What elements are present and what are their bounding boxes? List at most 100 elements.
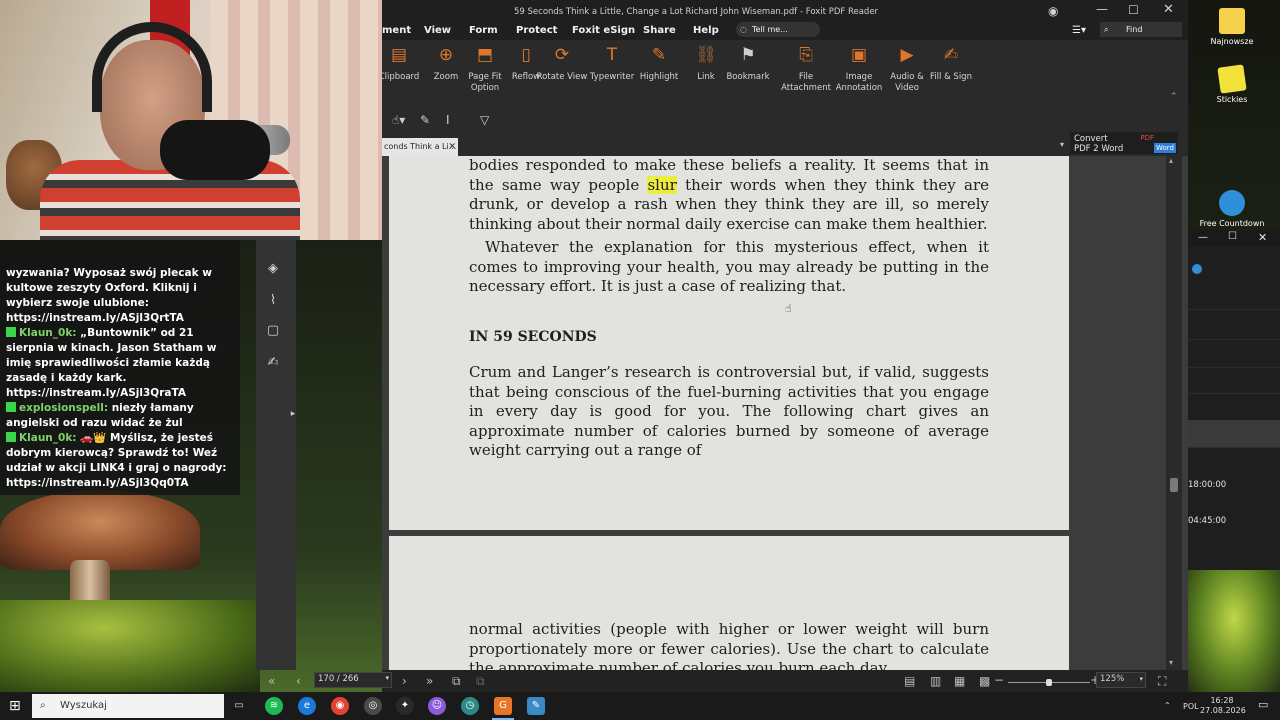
expand-panel-icon[interactable]: ▸ <box>284 405 302 423</box>
annotate-tool-icon[interactable]: ✎ <box>420 113 430 127</box>
tray-expand-icon[interactable]: ⌃ <box>1164 701 1171 711</box>
hand-tool-icon[interactable]: ☝▾ <box>392 113 405 127</box>
menu-form[interactable]: Form <box>469 25 498 36</box>
taskbar-search[interactable]: ⌕ Wyszukaj <box>32 694 224 718</box>
text-tool-icon[interactable]: Ⅰ <box>446 113 450 127</box>
title-bar: 59 Seconds Think a Little, Change a Lot … <box>382 0 1188 24</box>
security-icon[interactable]: ▢ <box>264 322 282 340</box>
first-page-icon[interactable]: « <box>268 674 275 688</box>
maximize-icon[interactable]: ☐ <box>1228 231 1237 242</box>
discord-icon[interactable]: ☺ <box>428 697 446 715</box>
page-number-input[interactable]: 170 / 266 ▾ <box>314 672 392 688</box>
vertical-scrollbar[interactable]: ▴ ▾ <box>1166 156 1182 670</box>
rotate-view-button[interactable]: ⟳ Rotate View <box>536 44 588 83</box>
account-icon[interactable]: ◉ <box>1048 4 1058 18</box>
highlight-button[interactable]: ✎ Highlight <box>633 44 685 83</box>
menu-share[interactable]: Share <box>643 25 676 36</box>
fill-sign-button[interactable]: ✍ Fill & Sign <box>925 44 977 83</box>
fill-sign-icon: ✍ <box>943 45 959 65</box>
next-view-icon[interactable]: ⧉ <box>476 674 485 688</box>
desktop-icon-free-countdown[interactable]: Free Countdown <box>1196 190 1268 229</box>
close-icon[interactable]: ✕ <box>1258 231 1267 244</box>
menu-help[interactable]: Help <box>693 25 719 36</box>
customize-chevron-icon[interactable]: ▽ <box>480 113 489 127</box>
clock-app-icon[interactable]: ◷ <box>461 697 479 715</box>
list-item-selected[interactable] <box>1188 420 1280 448</box>
scroll-thumb[interactable] <box>1170 478 1178 492</box>
close-icon[interactable]: ✕ <box>1163 2 1174 17</box>
attachment-icon[interactable]: ⌇ <box>264 292 282 310</box>
continuous-facing-icon[interactable]: ▩ <box>979 674 990 688</box>
layers-icon[interactable]: ◈ <box>264 260 282 278</box>
previous-view-icon[interactable]: ⧉ <box>452 674 461 688</box>
menu-foxit-esign[interactable]: Foxit eSign <box>572 25 635 36</box>
countdown-window[interactable]: — ☐ ✕ 18:00:00 04:45:00 <box>1188 230 1280 570</box>
menu-comment[interactable]: ment <box>382 25 411 36</box>
typewriter-button[interactable]: T Typewriter <box>585 44 639 83</box>
menu-protect[interactable]: Protect <box>516 25 557 36</box>
window-title: 59 Seconds Think a Little, Change a Lot … <box>514 7 879 17</box>
facing-page-icon[interactable]: ▦ <box>954 674 965 688</box>
minimize-icon[interactable]: — <box>1096 2 1108 16</box>
notes-icon[interactable]: ✎ <box>527 697 545 715</box>
list-item[interactable] <box>1188 282 1280 310</box>
clock-icon <box>1219 190 1245 216</box>
file-attachment-icon: ⎘ <box>799 45 813 65</box>
hand-cursor-icon: ☝ <box>785 302 792 315</box>
convert-pdf-to-word-button[interactable]: Convert PDF 2 Word PDF Word <box>1070 132 1178 154</box>
document-viewer[interactable]: bodies responded to make these beliefs a… <box>382 156 1188 670</box>
status-dot-icon <box>1192 264 1202 274</box>
previous-page-icon[interactable]: ‹ <box>296 674 301 688</box>
options-icon[interactable]: ☰▾ <box>1072 25 1086 36</box>
close-tab-icon[interactable]: ✕ <box>448 138 456 156</box>
webcam-overlay <box>0 0 382 240</box>
moss-decor <box>0 600 260 692</box>
obs-icon[interactable]: ◎ <box>364 697 382 715</box>
file-attachment-button[interactable]: ⎘ File Attachment <box>780 44 832 94</box>
scroll-down-icon[interactable]: ▾ <box>1169 658 1173 667</box>
zoom-level-select[interactable]: 125% ▾ <box>1096 672 1146 688</box>
find-box[interactable]: ⌕ Find <box>1100 22 1182 37</box>
foxit-icon[interactable]: G <box>494 697 512 715</box>
chrome-icon[interactable]: ◉ <box>331 697 349 715</box>
edge-icon[interactable]: e <box>298 697 316 715</box>
clock[interactable]: 16:28 27.08.2026 <box>1200 696 1246 716</box>
spotify-icon[interactable]: ≋ <box>265 697 283 715</box>
fullscreen-icon[interactable]: ⛶ <box>1158 674 1166 688</box>
tab-list-chevron-icon[interactable]: ▾ <box>1060 140 1064 149</box>
collapse-ribbon-icon[interactable]: ⌃ <box>1170 92 1178 102</box>
list-item[interactable] <box>1188 312 1280 340</box>
task-view-icon[interactable]: ▭ <box>230 697 248 715</box>
document-tab[interactable]: conds Think a Li... ✕ <box>382 138 458 156</box>
next-page-icon[interactable]: › <box>402 674 407 688</box>
desktop-icon-stickies[interactable]: Stickies <box>1196 64 1268 105</box>
notification-icon[interactable]: ▭ <box>1258 699 1268 710</box>
minimize-icon[interactable]: — <box>1198 232 1208 243</box>
zoom-slider-handle[interactable] <box>1046 679 1052 686</box>
scroll-up-icon[interactable]: ▴ <box>1169 156 1173 165</box>
zoom-out-icon[interactable]: − <box>994 673 1004 687</box>
last-page-icon[interactable]: » <box>426 674 433 688</box>
windows-start-icon[interactable]: ⊞ <box>9 698 21 714</box>
list-item[interactable] <box>1188 366 1280 394</box>
menu-view[interactable]: View <box>424 25 451 36</box>
desktop-icon-najnowsze[interactable]: Najnowsze <box>1196 8 1268 47</box>
continuous-page-icon[interactable]: ▥ <box>930 674 941 688</box>
timer-2: 04:45:00 <box>1188 516 1227 526</box>
bookmark-button[interactable]: ⚑ Bookmark <box>722 44 774 83</box>
list-item[interactable] <box>1188 340 1280 368</box>
navigation-sidebar: ◈ ⌇ ▢ ✍ ▸ <box>256 230 296 670</box>
pdf-page: normal activities (people with higher or… <box>389 536 1069 670</box>
countdown-titlebar: — ☐ ✕ <box>1188 230 1280 246</box>
page-dropdown-icon[interactable]: ▾ <box>385 674 389 682</box>
single-page-icon[interactable]: ▤ <box>904 674 915 688</box>
foxit-reader-window[interactable]: 59 Seconds Think a Little, Change a Lot … <box>268 0 1188 692</box>
maximize-icon[interactable]: ☐ <box>1128 3 1139 17</box>
tell-me-box[interactable]: ◌ Tell me... <box>736 22 820 37</box>
page-fit-icon: ⬒ <box>476 45 494 65</box>
app-icon[interactable]: ✦ <box>396 697 414 715</box>
highlight-icon: ✎ <box>651 45 667 65</box>
language-indicator[interactable]: POL <box>1183 702 1199 712</box>
signature-icon[interactable]: ✍ <box>264 354 282 372</box>
image-annotation-button[interactable]: ▣ Image Annotation <box>833 44 885 94</box>
